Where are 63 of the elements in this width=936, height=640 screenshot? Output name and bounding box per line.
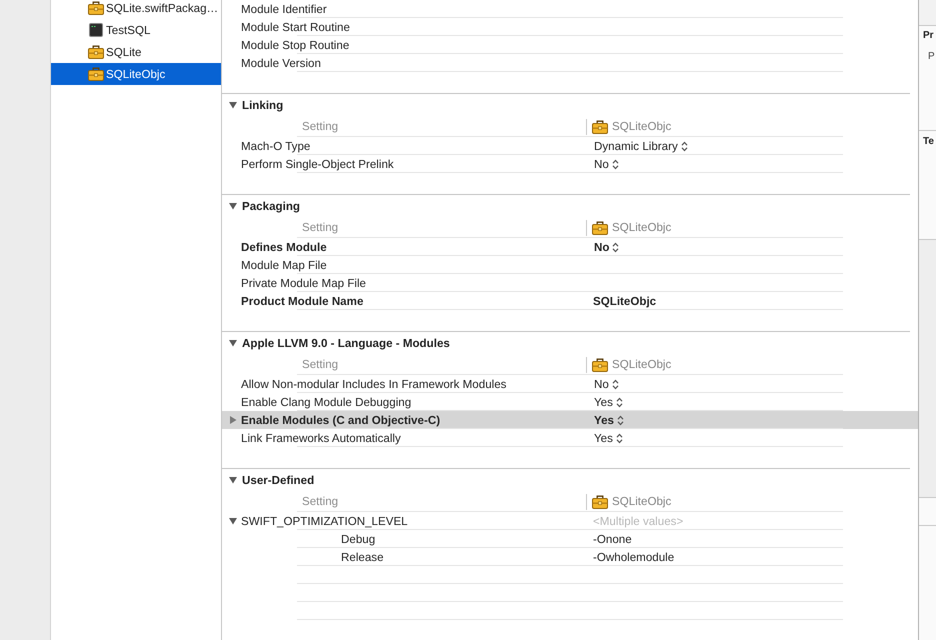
up-down-chevron-icon <box>680 140 688 152</box>
up-down-chevron-icon <box>617 414 624 426</box>
column-header: Setting <box>302 358 338 371</box>
value-popup[interactable]: Dynamic Library <box>594 140 688 152</box>
up-down-chevron-icon <box>612 158 619 170</box>
inspector-section-title: Pr <box>923 30 934 41</box>
setting-row[interactable]: Enable Modules (C and Objective-C) Yes <box>222 411 918 429</box>
column-header: SQLiteObjc <box>612 495 672 508</box>
setting-name: Module Map File <box>241 258 327 272</box>
inspector-field-label: P <box>928 51 935 62</box>
setting-name: Private Module Map File <box>241 276 366 290</box>
setting-name: Enable Modules (C and Objective-C) <box>241 414 440 426</box>
setting-name: Perform Single-Object Prelink <box>241 158 394 170</box>
up-down-chevron-icon <box>612 242 620 252</box>
value-popup[interactable]: Yes <box>594 396 623 408</box>
setting-name: Module Identifier <box>241 2 327 16</box>
toolbox-icon <box>592 494 608 508</box>
setting-name: Product Module Name <box>241 294 364 308</box>
target-item[interactable]: TestSQL <box>51 19 221 41</box>
value-popup[interactable]: Yes <box>594 432 623 444</box>
setting-name: Debug <box>341 532 376 546</box>
target-item[interactable]: SQLite <box>51 41 221 63</box>
value-popup[interactable]: No <box>594 158 619 170</box>
section-header[interactable]: Linking <box>222 94 918 116</box>
toolbox-icon <box>592 220 608 234</box>
value-popup[interactable]: Yes <box>594 414 624 426</box>
toolbox-icon <box>88 67 104 81</box>
setting-name: Allow Non-modular Includes In Framework Modules <box>241 378 506 390</box>
setting-name: Module Start Routine <box>241 20 350 34</box>
column-header: Setting <box>302 120 338 133</box>
target-item[interactable]: SQLite.swiftPackag… <box>51 0 221 19</box>
target-item[interactable]: SQLiteObjc <box>51 63 221 85</box>
value-popup[interactable]: No <box>594 240 620 254</box>
setting-name: SWIFT_OPTIMIZATION_LEVEL <box>241 514 408 528</box>
toolbox-icon <box>592 358 608 372</box>
setting-name: Mach-O Type <box>241 140 310 152</box>
up-down-chevron-icon <box>616 432 623 444</box>
column-header: Setting <box>302 221 338 234</box>
toolbox-icon <box>88 45 104 59</box>
section-header[interactable]: Packaging <box>222 195 918 217</box>
toolbox-icon <box>592 120 608 134</box>
column-header: Setting <box>302 495 338 508</box>
section-header[interactable]: User-Defined <box>222 469 918 491</box>
setting-name: Defines Module <box>241 240 327 254</box>
value-popup[interactable]: No <box>594 378 619 390</box>
setting-name: Enable Clang Module Debugging <box>241 396 412 408</box>
setting-value: SQLiteObjc <box>593 294 656 308</box>
setting-name: Link Frameworks Automatically <box>241 432 401 444</box>
setting-name: Module Stop Routine <box>241 38 350 52</box>
inspector-section-title: Te <box>923 136 934 147</box>
setting-value: -Owholemodule <box>593 550 674 564</box>
terminal-icon <box>89 23 103 37</box>
setting-name: Release <box>341 550 384 564</box>
section-header[interactable]: Apple LLVM 9.0 - Language - Modules <box>222 332 918 354</box>
column-header: SQLiteObjc <box>612 120 672 133</box>
column-header: SQLiteObjc <box>612 221 672 234</box>
up-down-chevron-icon <box>612 378 619 390</box>
toolbox-icon <box>88 1 104 15</box>
multiple-values-placeholder: <Multiple values> <box>593 514 684 528</box>
column-header: SQLiteObjc <box>612 358 672 371</box>
up-down-chevron-icon <box>616 396 623 408</box>
setting-value: -Onone <box>593 532 632 546</box>
setting-name: Module Version <box>241 56 321 70</box>
